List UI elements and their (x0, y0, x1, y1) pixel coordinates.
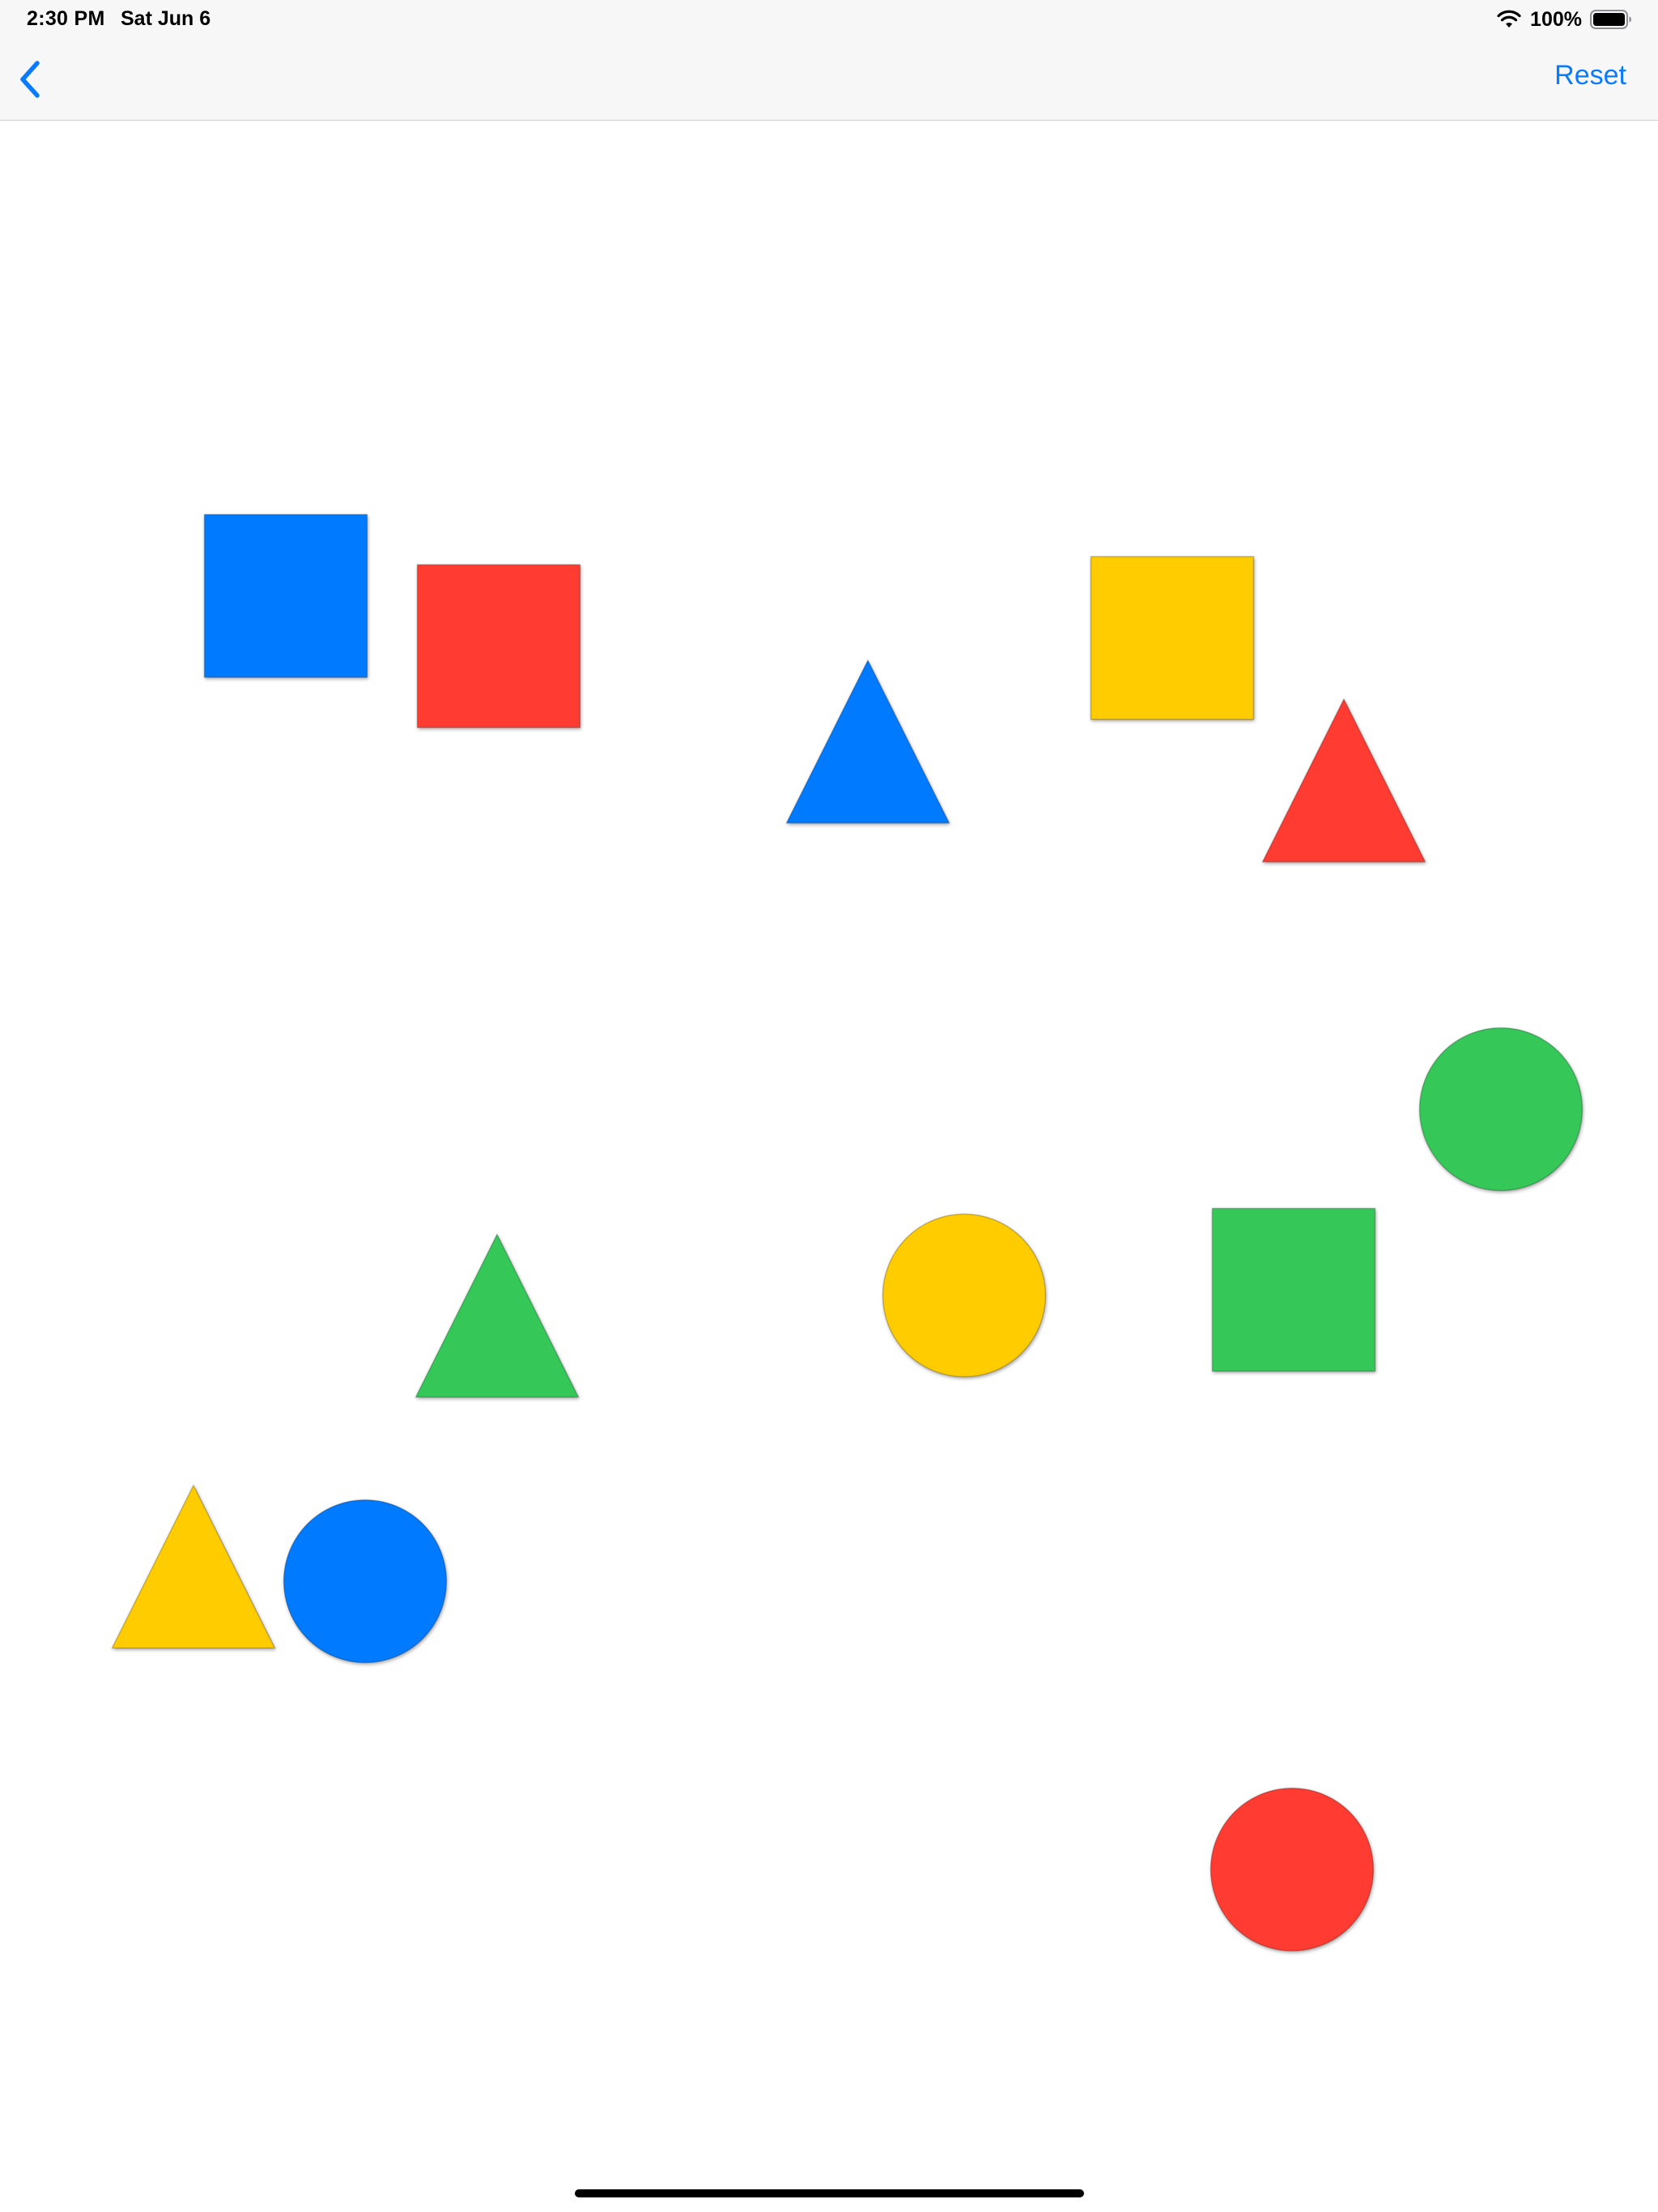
home-indicator (575, 2189, 1084, 2197)
blue-square[interactable] (203, 513, 368, 678)
shapes-canvas (0, 121, 1658, 2212)
red-square[interactable] (416, 564, 581, 729)
yellow-square[interactable] (1090, 555, 1255, 721)
battery-icon (1590, 10, 1631, 29)
red-circle[interactable] (1209, 1787, 1375, 1952)
green-triangle[interactable] (414, 1232, 580, 1398)
yellow-triangle[interactable] (111, 1483, 276, 1649)
status-indicators: 100% (1496, 6, 1632, 33)
battery-percent: 100% (1530, 7, 1582, 31)
green-circle[interactable] (1418, 1027, 1584, 1192)
reset-button[interactable]: Reset (1554, 60, 1626, 91)
blue-triangle[interactable] (785, 658, 950, 824)
green-square[interactable] (1211, 1207, 1376, 1372)
status-bar: 2:30 PM Sat Jun 6 100% (0, 0, 1658, 39)
navigation-bar: Reset (0, 39, 1658, 121)
blue-circle[interactable] (283, 1499, 448, 1664)
back-button[interactable] (13, 58, 49, 100)
status-date: Sat Jun 6 (121, 7, 211, 30)
chevron-left-icon (20, 61, 40, 98)
red-triangle[interactable] (1261, 697, 1426, 863)
wifi-icon (1497, 10, 1521, 28)
shapes-layer (111, 513, 1584, 1952)
yellow-circle[interactable] (882, 1213, 1047, 1378)
status-time: 2:30 PM (27, 7, 105, 30)
